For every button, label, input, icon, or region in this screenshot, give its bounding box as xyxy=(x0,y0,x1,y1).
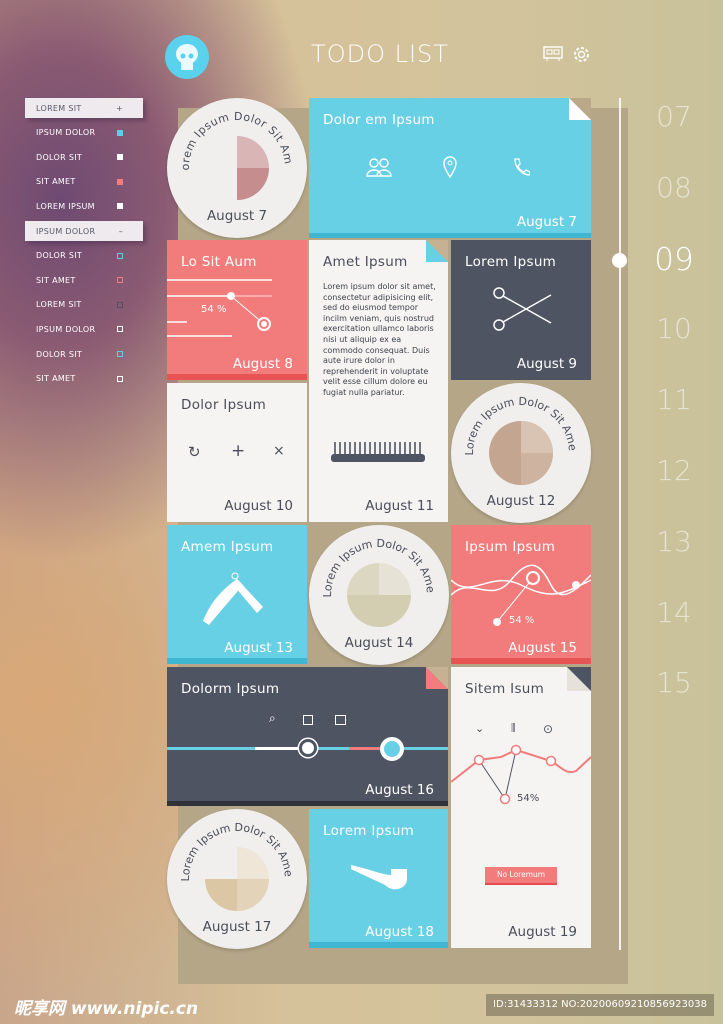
color-marker-icon xyxy=(117,301,123,308)
slider-lines[interactable] xyxy=(167,276,307,346)
timeline-day[interactable]: 12 xyxy=(650,454,698,487)
card-august-7[interactable]: Lorem Ipsum Dolor Sit Amet August 7 xyxy=(167,98,307,238)
timeline-day[interactable]: 10 xyxy=(650,312,698,345)
card-august-7-dolor[interactable]: Dolor em Ipsum August 7 xyxy=(309,98,591,238)
sidebar-item[interactable]: LOREM IPSUM xyxy=(25,196,143,216)
card-august-14[interactable]: Lorem Ipsum Dolor Sit Amet August 14 xyxy=(309,525,449,665)
sidebar-item-label: IPSUM DOLOR xyxy=(36,226,96,236)
card-august-17[interactable]: Lorem Ipsum Dolor Sit Amet August 17 xyxy=(167,809,307,949)
sidebar-item-label: IPSUM DOLOR xyxy=(36,324,96,334)
card-august-12[interactable]: Lorem Ipsum Dolor Sit Amet August 12 xyxy=(451,383,591,523)
sidebar-item[interactable]: DOLOR SIT xyxy=(25,147,143,167)
card-august-16[interactable]: Dolorm Ipsum ⌕ August 16 xyxy=(167,667,448,806)
color-marker-icon xyxy=(117,252,123,259)
page-fold xyxy=(426,667,448,689)
timeline-day[interactable]: 07 xyxy=(650,100,698,133)
card-august-11[interactable]: Amet Ipsum Lorem ipsum dolor sit amet, c… xyxy=(309,240,448,522)
card-august-13[interactable]: Amem Ipsum August 13 xyxy=(167,525,307,664)
card-august-8[interactable]: Lo Sit Aum 54 % August 8 xyxy=(167,240,307,380)
card-august-15[interactable]: Ipsum Ipsum 54 % August 15 xyxy=(451,525,591,664)
close-icon[interactable]: × xyxy=(273,443,285,459)
color-marker-icon xyxy=(117,351,123,357)
color-marker-icon xyxy=(117,154,123,161)
sidebar-item-label: IPSUM DOLOR xyxy=(36,128,96,138)
timeline-day[interactable]: 08 xyxy=(650,171,698,204)
svg-text:Lorem Ipsum Dolor Sit Amet: Lorem Ipsum Dolor Sit Amet xyxy=(167,809,295,881)
sliders-icon[interactable]: ⫼ xyxy=(511,723,516,734)
sidebar-item[interactable]: SIT AMET xyxy=(25,270,143,290)
skull-avatar-icon xyxy=(176,44,198,70)
card-august-10[interactable]: Dolor Ipsum ↻ + × August 10 xyxy=(167,383,307,522)
toggle-icon[interactable]: + xyxy=(116,104,123,113)
sidebar-item[interactable]: IPSUM DOLOR xyxy=(25,123,143,143)
chevron-circle-icon[interactable]: ⊙ xyxy=(543,722,553,736)
chevron-down-icon[interactable]: ⌄ xyxy=(475,722,484,735)
sidebar-item-label: SIT AMET xyxy=(36,177,76,187)
sidebar-item-label: LOREM IPSUM xyxy=(36,201,95,211)
timeline-day[interactable]: 11 xyxy=(650,383,698,416)
sidebar-item[interactable]: IPSUM DOLOR xyxy=(25,319,143,339)
sidebar-item-label: LOREM SIT xyxy=(36,300,82,310)
card-august-19[interactable]: Sitem Isum ⌄ ⫼ ⊙ 54% No Loremum August 1… xyxy=(451,667,591,948)
gear-icon[interactable] xyxy=(572,45,591,64)
sidebar-item-label: LOREM SIT xyxy=(36,103,82,113)
timeline-day[interactable]: 09 xyxy=(650,242,698,278)
no-loremum-button[interactable]: No Loremum xyxy=(485,867,557,885)
watermark-id: ID:31433312 NO:20200609210856923038 xyxy=(486,994,714,1016)
timeline-day[interactable]: 15 xyxy=(650,666,698,699)
sidebar-item-label: SIT AMET xyxy=(36,374,76,384)
color-marker-icon xyxy=(117,277,123,284)
sidebar-item-label: DOLOR SIT xyxy=(36,251,83,261)
location-pin-icon xyxy=(443,156,457,179)
color-marker-icon xyxy=(117,178,123,185)
plus-icon[interactable]: + xyxy=(231,441,245,461)
page-fold xyxy=(426,240,448,262)
refresh-icon[interactable]: ↻ xyxy=(188,443,201,461)
sidebar-item-label: DOLOR SIT xyxy=(36,349,83,359)
sidebar-item[interactable]: DOLOR SIT xyxy=(25,246,143,266)
color-marker-icon xyxy=(117,203,123,210)
sidebar-item[interactable]: DOLOR SIT xyxy=(25,344,143,364)
window-icon[interactable] xyxy=(303,715,313,725)
timeline-day[interactable]: 14 xyxy=(650,596,698,629)
timeline-day[interactable]: 13 xyxy=(650,525,698,558)
columns-icon[interactable] xyxy=(335,715,346,725)
sidebar-item[interactable]: LOREM SIT + xyxy=(25,98,143,118)
sidebar-item[interactable]: SIT AMET xyxy=(25,172,143,192)
page-fold xyxy=(569,98,591,120)
timeline-handle[interactable] xyxy=(612,253,627,268)
sidebar-item[interactable]: IPSUM DOLOR – xyxy=(25,221,143,241)
razor-icon xyxy=(203,572,263,625)
display-icon[interactable] xyxy=(543,46,563,62)
timeline-track xyxy=(619,98,621,950)
page-fold xyxy=(567,667,591,691)
phone-icon xyxy=(514,158,530,176)
sidebar-item-label: DOLOR SIT xyxy=(36,152,83,162)
color-marker-icon xyxy=(117,375,123,382)
color-marker-icon xyxy=(117,129,123,136)
card-august-9[interactable]: Lorem Ipsum August 9 xyxy=(451,240,591,380)
comb-icon xyxy=(331,442,425,462)
watermark-logo: 昵享网 www.nipic.cn xyxy=(14,999,199,1019)
scissors-icon xyxy=(493,287,552,331)
avatar[interactable] xyxy=(165,35,209,79)
sidebar-item[interactable]: SIT AMET xyxy=(25,369,143,389)
sidebar-item[interactable]: LOREM SIT xyxy=(25,295,143,315)
search-icon[interactable]: ⌕ xyxy=(269,711,276,726)
slider-handle[interactable] xyxy=(299,739,317,757)
users-icon xyxy=(366,158,392,177)
sidebar-item-label: SIT AMET xyxy=(36,275,76,285)
page-title: TODO LIST xyxy=(311,40,449,68)
color-marker-icon xyxy=(117,326,123,333)
card-august-18[interactable]: Lorem Ipsum August 18 xyxy=(309,809,448,948)
toggle-icon[interactable]: – xyxy=(119,227,123,236)
slider-handle-secondary[interactable] xyxy=(380,737,404,761)
pipe-icon xyxy=(351,865,407,890)
